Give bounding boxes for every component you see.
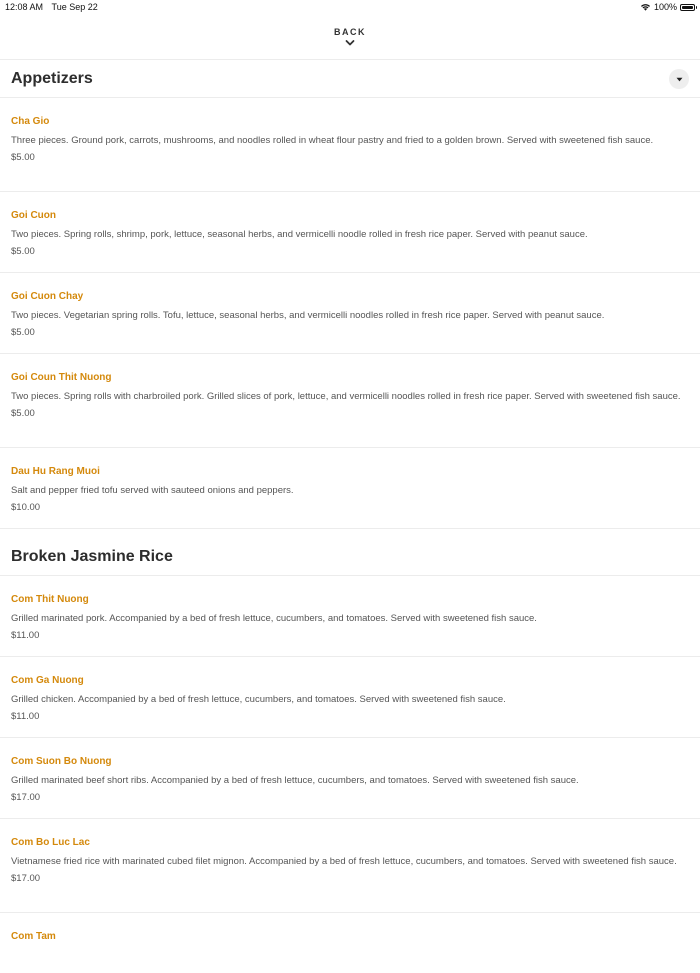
menu-item[interactable]: Goi Coun Thit Nuong Two pieces. Spring r… — [0, 354, 700, 448]
item-description: Two pieces. Spring rolls with charbroile… — [11, 391, 681, 402]
item-name: Goi Cuon Chay — [11, 291, 84, 302]
item-description: Two pieces. Spring rolls, shrimp, pork, … — [11, 229, 588, 240]
status-time: 12:08 AM — [5, 2, 44, 12]
item-name: Dau Hu Rang Muoi — [11, 466, 100, 477]
item-description: Grilled marinated pork. Accompanied by a… — [11, 613, 537, 624]
item-price: $17.00 — [11, 873, 41, 884]
item-price: $5.00 — [11, 408, 35, 419]
status-date: Tue Sep 22 — [51, 2, 98, 12]
item-name: Com Bo Luc Lac — [11, 837, 90, 848]
menu-item[interactable]: Goi Cuon Chay Two pieces. Vegetarian spr… — [0, 273, 700, 354]
wifi-icon — [640, 4, 650, 11]
item-description: Grilled marinated beef short ribs. Accom… — [11, 775, 579, 786]
menu-item[interactable]: Com Ga Nuong Grilled chicken. Accompanie… — [0, 657, 700, 738]
back-label: BACK — [334, 27, 366, 37]
item-description: Two pieces. Vegetarian spring rolls. Tof… — [11, 310, 605, 321]
item-price: $5.00 — [11, 327, 35, 338]
status-left: 12:08 AM Tue Sep 22 — [5, 2, 98, 12]
menu-item[interactable]: Com Suon Bo Nuong Grilled marinated beef… — [0, 738, 700, 819]
item-description: Salt and pepper fried tofu served with s… — [11, 485, 294, 496]
item-price: $10.00 — [11, 502, 41, 513]
back-button[interactable]: BACK — [0, 27, 700, 47]
status-right: 100% — [640, 2, 697, 12]
menu-item[interactable]: Com Bo Luc Lac Vietnamese fried rice wit… — [0, 819, 700, 913]
battery-percent: 100% — [653, 2, 677, 12]
item-price: $17.00 — [11, 792, 41, 803]
item-description: Three pieces. Ground pork, carrots, mush… — [11, 135, 654, 146]
item-description: Grilled chicken. Accompanied by a bed of… — [11, 694, 506, 705]
battery-icon — [680, 3, 697, 11]
item-name: Com Ga Nuong — [11, 675, 84, 686]
caret-down-icon — [676, 77, 682, 81]
item-name: Com Tam — [11, 931, 56, 942]
section-header-appetizers: Appetizers — [0, 60, 700, 98]
item-price: $5.00 — [11, 246, 35, 257]
item-price: $11.00 — [11, 711, 40, 722]
menu-item[interactable]: Com Thit Nuong Grilled marinated pork. A… — [0, 576, 700, 657]
item-name: Goi Coun Thit Nuong — [11, 372, 112, 383]
item-name: Com Thit Nuong — [11, 594, 89, 605]
item-name: Com Suon Bo Nuong — [11, 756, 112, 767]
status-bar: 12:08 AM Tue Sep 22 100% — [0, 0, 700, 14]
menu-list: Appetizers Cha Gio Three pieces. Ground … — [0, 60, 700, 973]
item-name: Goi Cuon — [11, 210, 56, 221]
chevron-down-icon — [345, 40, 355, 46]
menu-item[interactable]: Com Tam — [0, 913, 700, 973]
item-description: Vietnamese fried rice with marinated cub… — [11, 856, 677, 867]
menu-item[interactable]: Dau Hu Rang Muoi Salt and pepper fried t… — [0, 448, 700, 529]
item-price: $5.00 — [11, 152, 35, 163]
item-name: Cha Gio — [11, 116, 50, 127]
menu-item[interactable]: Cha Gio Three pieces. Ground pork, carro… — [0, 98, 700, 192]
section-title: Appetizers — [11, 70, 93, 87]
menu-item[interactable]: Goi Cuon Two pieces. Spring rolls, shrim… — [0, 192, 700, 273]
item-price: $11.00 — [11, 630, 40, 641]
collapse-section-button[interactable] — [669, 69, 689, 89]
section-header-broken-jasmine-rice: Broken Jasmine Rice — [0, 529, 700, 576]
